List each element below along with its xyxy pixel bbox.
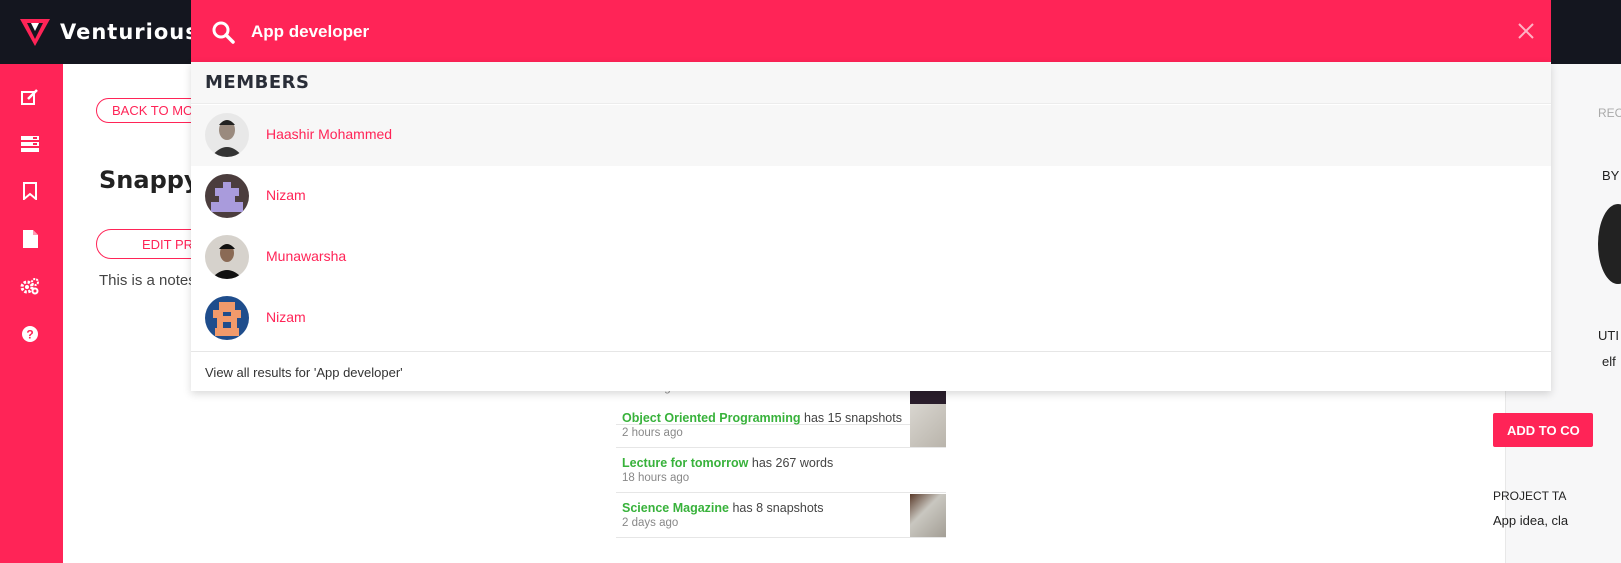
- project-description: This is a notes: [99, 272, 196, 289]
- member-result[interactable]: Nizam: [191, 166, 1551, 227]
- search-bar: [191, 0, 1551, 62]
- avatar: [205, 113, 249, 157]
- brand-name: Venturious: [60, 20, 199, 44]
- view-all-results-link[interactable]: View all results for 'App developer': [191, 351, 1551, 391]
- search-input[interactable]: [251, 17, 1451, 47]
- activity-link[interactable]: Science Magazine: [622, 501, 729, 515]
- add-to-collection-button[interactable]: ADD TO CO: [1493, 413, 1593, 447]
- activity-row[interactable]: Object Oriented Programming has 15 snaps…: [616, 403, 946, 448]
- search-icon: [212, 21, 235, 44]
- project-tags-value: App idea, cla: [1493, 513, 1569, 528]
- close-icon[interactable]: [1515, 20, 1537, 42]
- member-name: Haashir Mohammed: [266, 126, 393, 142]
- project-tags-label: PROJECT TA: [1493, 489, 1567, 503]
- search-results-dropdown: MEMBERS Haashir Mohammed Nizam Munawarsh…: [191, 62, 1551, 391]
- member-result[interactable]: Haashir Mohammed: [191, 105, 1551, 166]
- sidebar: ?: [0, 64, 63, 563]
- bookmark-icon[interactable]: [17, 178, 43, 204]
- snapshot-thumbnail: [910, 494, 946, 537]
- tab-recent[interactable]: REC: [1598, 106, 1621, 120]
- member-name: Munawarsha: [266, 248, 347, 264]
- contributor-text: elf: [1602, 354, 1616, 369]
- back-button[interactable]: BACK TO MO: [96, 98, 206, 123]
- contributors-label: UTI: [1598, 328, 1619, 343]
- edit-project-button[interactable]: EDIT PRO: [96, 229, 206, 259]
- activity-row[interactable]: Lecture for tomorrow has 267 words 18 ho…: [616, 448, 946, 493]
- member-result[interactable]: Nizam: [191, 288, 1551, 349]
- avatar: [205, 235, 249, 279]
- avatar: [1598, 204, 1621, 284]
- svg-text:?: ?: [26, 328, 33, 342]
- document-icon[interactable]: [17, 226, 43, 252]
- brand[interactable]: Venturious: [20, 16, 199, 48]
- member-result[interactable]: Munawarsha: [191, 227, 1551, 288]
- by-label: BY: [1602, 168, 1620, 183]
- member-name: Nizam: [266, 187, 306, 203]
- identicon-avatar: [205, 296, 249, 340]
- activity-link[interactable]: Object Oriented Programming: [622, 411, 801, 425]
- members-section-header: MEMBERS: [191, 62, 1551, 104]
- list-icon[interactable]: [17, 131, 43, 157]
- identicon-avatar: [205, 174, 249, 218]
- snapshot-thumbnail: [910, 404, 946, 447]
- edit-icon[interactable]: [17, 84, 43, 110]
- venturious-logo-icon: [20, 19, 50, 46]
- help-icon[interactable]: ?: [17, 321, 43, 347]
- member-name: Nizam: [266, 309, 306, 325]
- activity-row[interactable]: Science Magazine has 8 snapshots 2 days …: [616, 493, 946, 538]
- settings-icon[interactable]: [17, 273, 43, 299]
- activity-link[interactable]: Lecture for tomorrow: [622, 456, 748, 470]
